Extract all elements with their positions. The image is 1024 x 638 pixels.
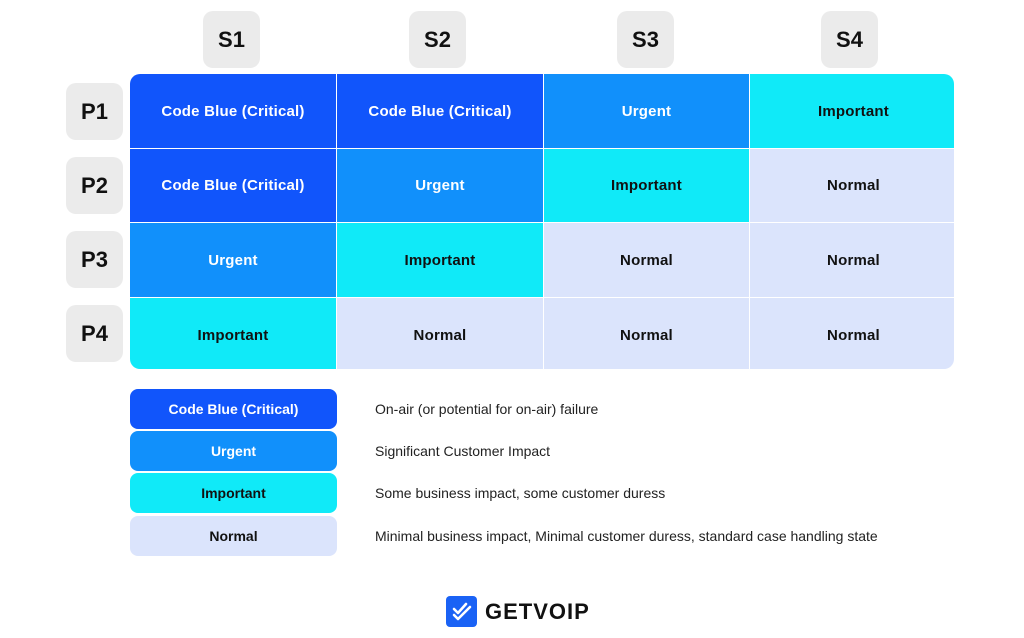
legend-description-critical: On-air (or potential for on-air) failure — [375, 401, 599, 417]
brand-name: GETVOIP — [485, 598, 590, 624]
matrix-cell-p4-s3: Normal — [544, 298, 749, 369]
matrix-cell-p3-s1: Urgent — [130, 223, 336, 297]
matrix-cell-p1-s3: Urgent — [544, 74, 749, 148]
matrix-cell-p1-s2: Code Blue (Critical) — [337, 74, 543, 148]
row-header-p4: P4 — [66, 305, 123, 362]
matrix-cell-p4-s1: Important — [130, 298, 336, 369]
matrix-cell-p3-s3: Normal — [544, 223, 749, 297]
legend-swatch-urgent: Urgent — [130, 431, 337, 471]
double-check-icon — [446, 596, 477, 627]
matrix-cell-p4-s4: Normal — [750, 298, 954, 369]
matrix-cell-p1-s1: Code Blue (Critical) — [130, 74, 336, 148]
row-header-p3: P3 — [66, 231, 123, 288]
matrix-cell-p3-s4: Normal — [750, 223, 954, 297]
row-header-p1: P1 — [66, 83, 123, 140]
matrix-cell-p2-s4: Normal — [750, 149, 954, 222]
matrix-cell-p3-s2: Important — [337, 223, 543, 297]
legend-swatch-important: Important — [130, 473, 337, 513]
column-header-s2: S2 — [409, 11, 466, 68]
brand-logo: GETVOIP — [446, 596, 590, 627]
row-header-p2: P2 — [66, 157, 123, 214]
column-header-s1: S1 — [203, 11, 260, 68]
legend-description-urgent: Significant Customer Impact — [375, 443, 551, 459]
legend-swatch-normal: Normal — [130, 516, 337, 556]
legend-description-important: Some business impact, some customer dure… — [375, 485, 666, 501]
column-header-s4: S4 — [821, 11, 878, 68]
matrix-cell-p1-s4: Important — [750, 74, 954, 148]
legend-swatch-critical: Code Blue (Critical) — [130, 389, 337, 429]
priority-matrix: Code Blue (Critical) Code Blue (Critical)… — [130, 74, 954, 369]
matrix-cell-p2-s2: Urgent — [337, 149, 543, 222]
column-header-s3: S3 — [617, 11, 674, 68]
legend-description-normal: Minimal business impact, Minimal custome… — [375, 528, 878, 544]
matrix-cell-p2-s3: Important — [544, 149, 749, 222]
matrix-cell-p4-s2: Normal — [337, 298, 543, 369]
matrix-cell-p2-s1: Code Blue (Critical) — [130, 149, 336, 222]
